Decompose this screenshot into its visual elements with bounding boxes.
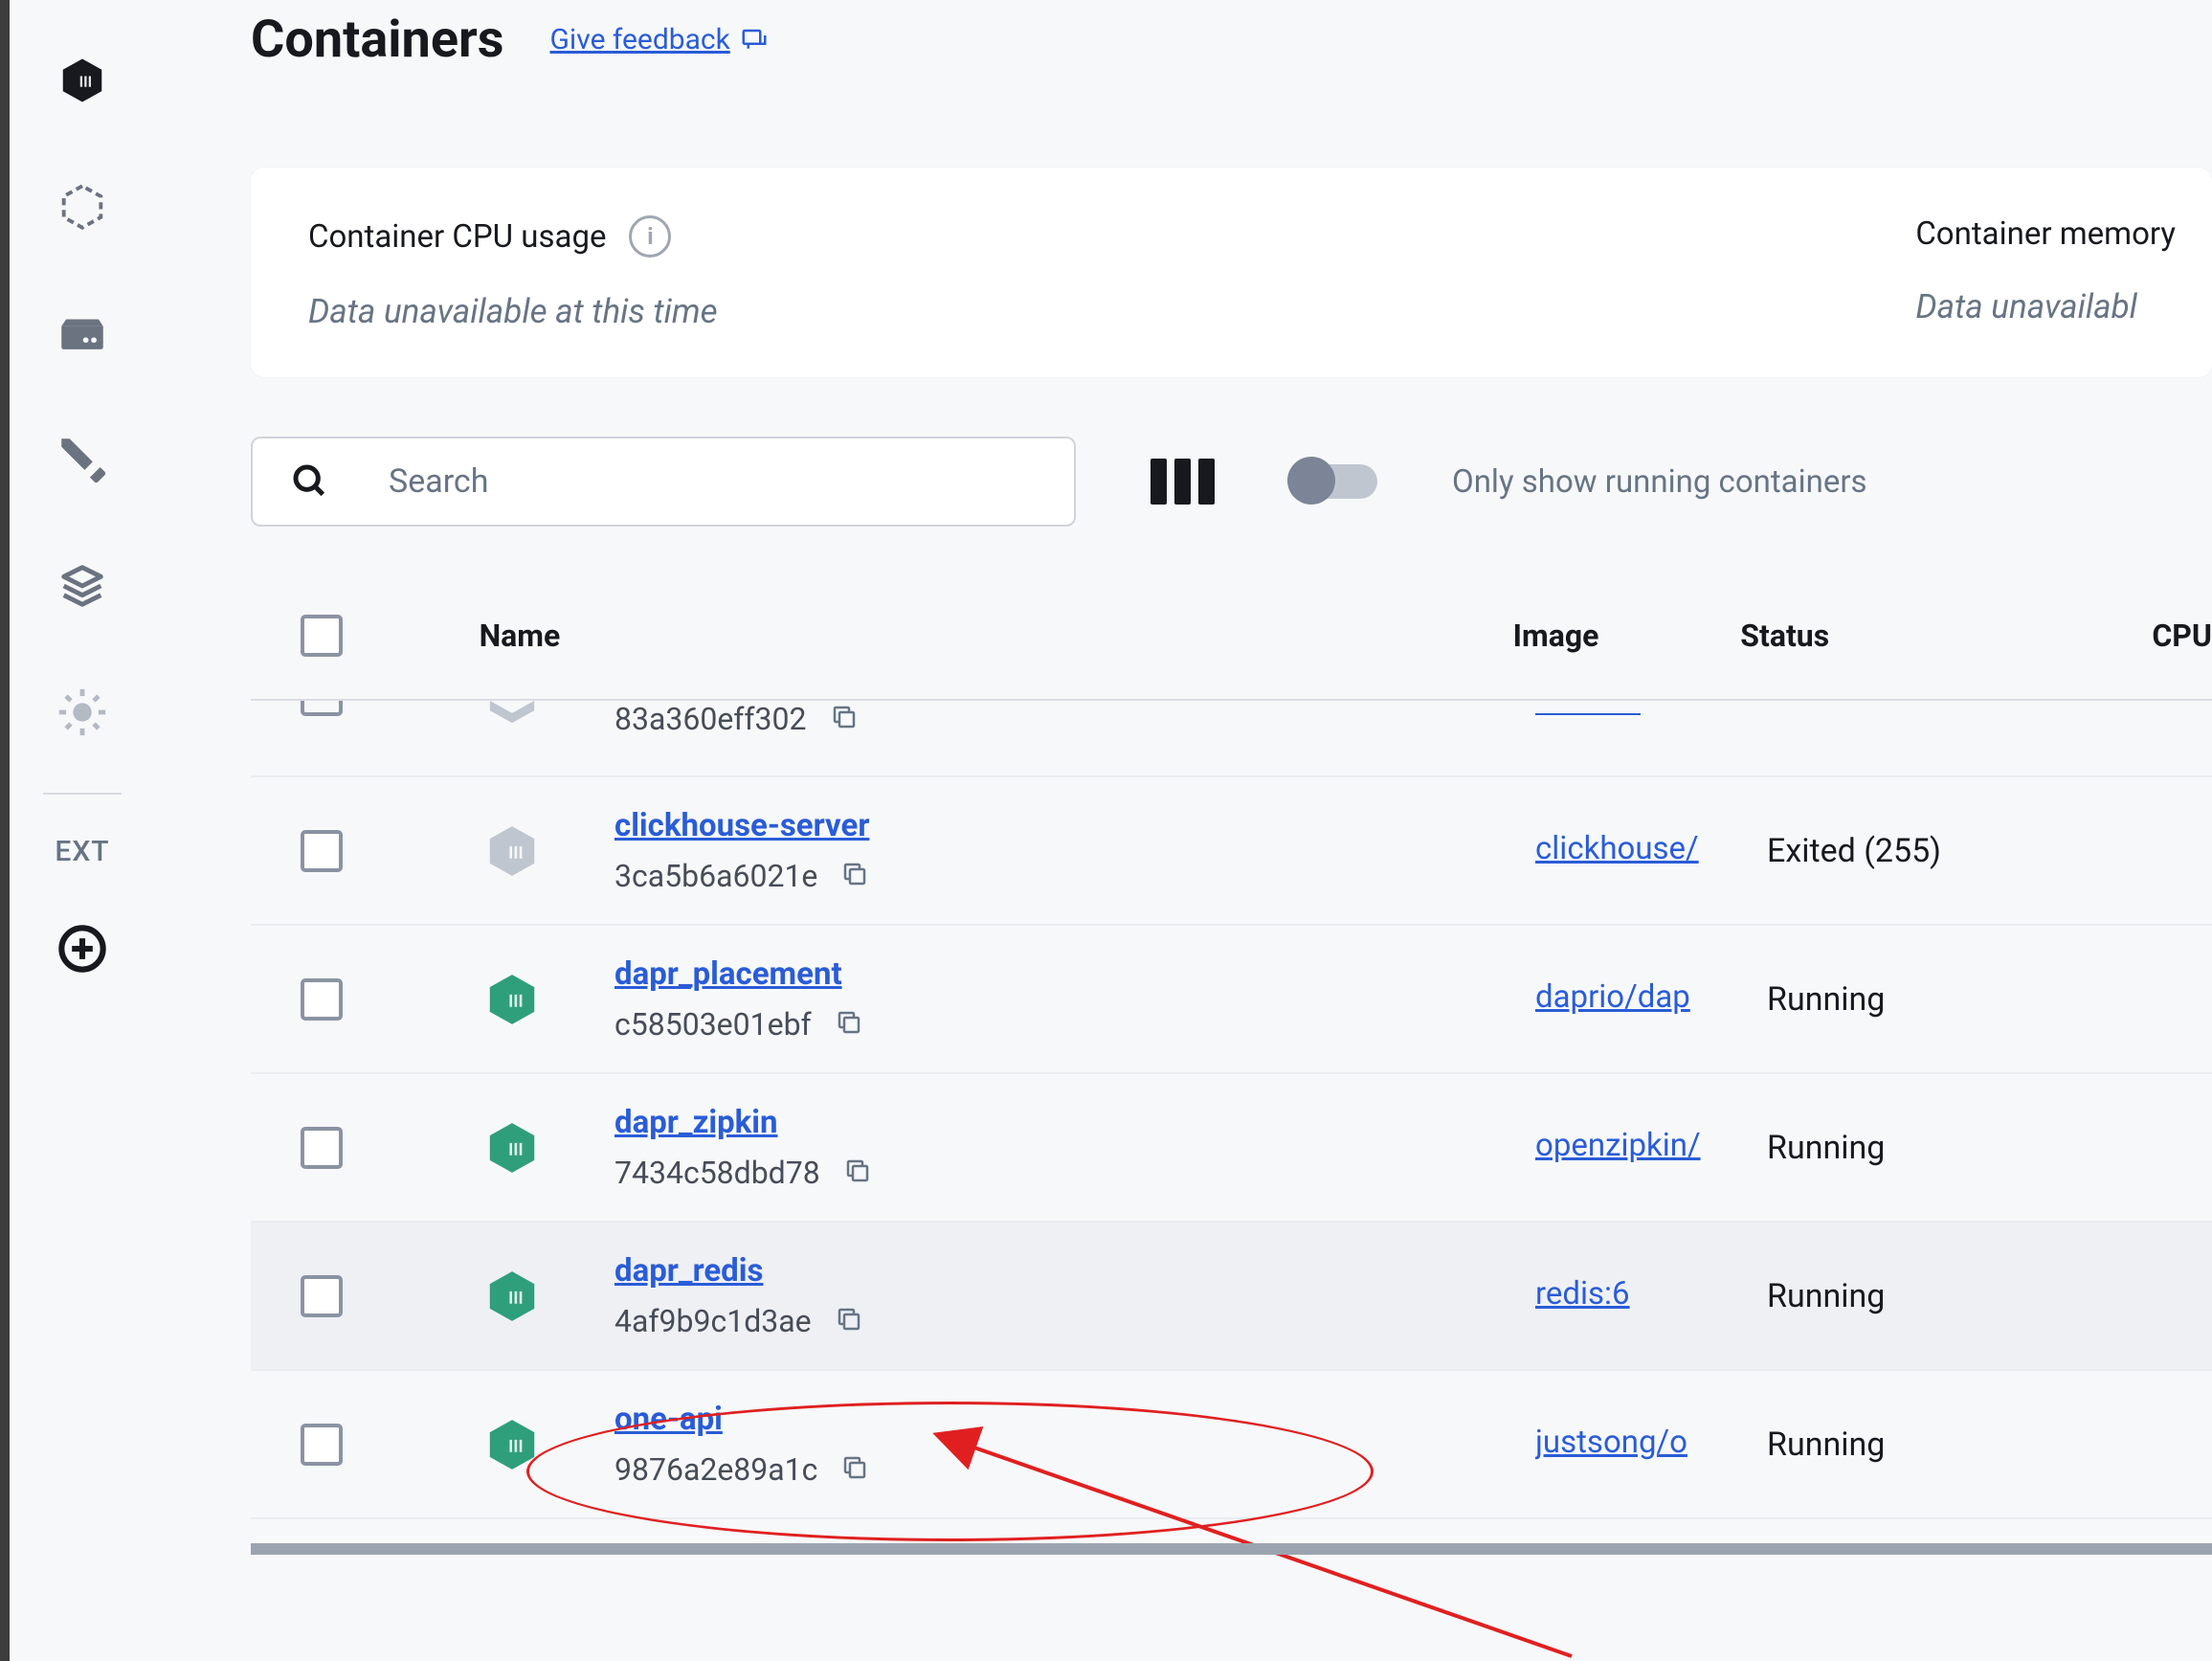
search-input[interactable]: Search xyxy=(251,437,1076,527)
memory-usage-value: Data unavailabl xyxy=(1915,287,2176,326)
sidebar-extensions-icon[interactable] xyxy=(55,558,110,614)
container-name-link[interactable]: clickhouse-server xyxy=(614,807,1535,844)
row-checkbox[interactable] xyxy=(301,830,343,872)
container-hash: 7434c58dbd78 xyxy=(614,1155,820,1191)
sidebar-volumes-icon[interactable] xyxy=(55,305,110,361)
container-name-link[interactable]: dapr_placement xyxy=(614,955,1535,993)
row-checkbox[interactable] xyxy=(301,1275,343,1317)
sidebar-dev-icon[interactable] xyxy=(55,432,110,487)
col-name[interactable]: Name xyxy=(480,617,1513,654)
search-icon xyxy=(291,462,329,501)
give-feedback-link[interactable]: Give feedback xyxy=(550,23,769,56)
sidebar-containers-icon[interactable] xyxy=(55,53,110,108)
info-icon[interactable]: i xyxy=(629,215,671,258)
table-row[interactable]: one-api 9876a2e89a1c justsong/o Running xyxy=(251,1371,2212,1519)
container-icon xyxy=(482,1267,614,1326)
container-hash: c58503e01ebf xyxy=(614,1006,812,1043)
table-row[interactable]: clickhouse-server 3ca5b6a6021e clickhous… xyxy=(251,777,2212,926)
containers-table: Name Image Status CPU 83a360eff302 click… xyxy=(251,615,2212,1519)
add-extension-button[interactable] xyxy=(57,924,107,974)
memory-usage-label: Container memory xyxy=(1915,215,2176,253)
container-name-link[interactable]: dapr_zipkin xyxy=(614,1104,1535,1141)
image-link[interactable] xyxy=(1535,709,1641,715)
image-link[interactable]: openzipkin/ xyxy=(1535,1127,1701,1164)
sidebar-ext-label: EXT xyxy=(55,835,109,868)
container-icon xyxy=(482,821,614,881)
copy-icon[interactable] xyxy=(835,1305,863,1337)
container-hash: 83a360eff302 xyxy=(614,701,807,737)
container-status: Exited (255) xyxy=(1767,832,2186,870)
container-hash: 3ca5b6a6021e xyxy=(614,858,817,894)
row-checkbox[interactable] xyxy=(301,978,343,1021)
container-name-link[interactable]: dapr_redis xyxy=(614,1252,1535,1290)
horizontal-scrollbar[interactable] xyxy=(251,1543,2212,1555)
image-link[interactable]: daprio/dap xyxy=(1535,978,1690,1016)
sidebar-scout-icon[interactable] xyxy=(55,685,110,740)
table-row[interactable]: dapr_zipkin 7434c58dbd78 openzipkin/ Run… xyxy=(251,1074,2212,1223)
copy-icon[interactable] xyxy=(835,1008,863,1041)
col-image[interactable]: Image xyxy=(1513,617,1741,654)
search-placeholder: Search xyxy=(389,462,488,501)
main-content: Containers Give feedback Container CPU u… xyxy=(155,0,2212,1661)
container-status: Running xyxy=(1767,1277,2186,1315)
col-cpu[interactable]: CPU xyxy=(2152,617,2212,654)
table-row[interactable]: 83a360eff302 xyxy=(251,701,2212,777)
container-hash: 9876a2e89a1c xyxy=(614,1451,817,1488)
col-status[interactable]: Status xyxy=(1740,617,2152,654)
running-only-label: Only show running containers xyxy=(1452,463,1867,501)
container-hash: 4af9b9c1d3ae xyxy=(614,1303,812,1339)
window-edge xyxy=(0,0,10,1661)
running-only-toggle[interactable] xyxy=(1289,464,1377,499)
image-link[interactable]: redis:6 xyxy=(1535,1275,1630,1313)
copy-icon[interactable] xyxy=(830,703,859,735)
row-checkbox[interactable] xyxy=(301,1127,343,1169)
copy-icon[interactable] xyxy=(843,1156,872,1189)
stats-card: Container CPU usage i Data unavailable a… xyxy=(251,168,2212,377)
sidebar-images-icon[interactable] xyxy=(55,179,110,235)
container-icon xyxy=(482,1118,614,1178)
select-all-checkbox[interactable] xyxy=(301,615,343,657)
copy-icon[interactable] xyxy=(840,1453,869,1486)
columns-icon[interactable] xyxy=(1151,459,1215,505)
cpu-usage-value: Data unavailable at this time xyxy=(308,292,1915,331)
container-icon xyxy=(482,970,614,1029)
copy-icon[interactable] xyxy=(840,860,869,892)
container-status: Running xyxy=(1767,1425,2186,1464)
row-checkbox[interactable] xyxy=(301,1424,343,1466)
image-link[interactable]: clickhouse/ xyxy=(1535,830,1699,867)
table-row[interactable]: dapr_placement c58503e01ebf daprio/dap R… xyxy=(251,926,2212,1074)
table-row[interactable]: dapr_redis 4af9b9c1d3ae redis:6 Running xyxy=(251,1223,2212,1371)
container-icon xyxy=(482,1415,614,1474)
container-status: Running xyxy=(1767,1129,2186,1167)
page-title: Containers xyxy=(251,10,504,70)
image-link[interactable]: justsong/o xyxy=(1535,1424,1687,1461)
container-status: Running xyxy=(1767,980,2186,1019)
sidebar: EXT xyxy=(10,0,155,1661)
cpu-usage-label: Container CPU usage xyxy=(308,218,606,256)
container-name-link[interactable]: one-api xyxy=(614,1401,1535,1438)
sidebar-divider xyxy=(43,793,122,795)
feedback-label: Give feedback xyxy=(550,23,730,56)
